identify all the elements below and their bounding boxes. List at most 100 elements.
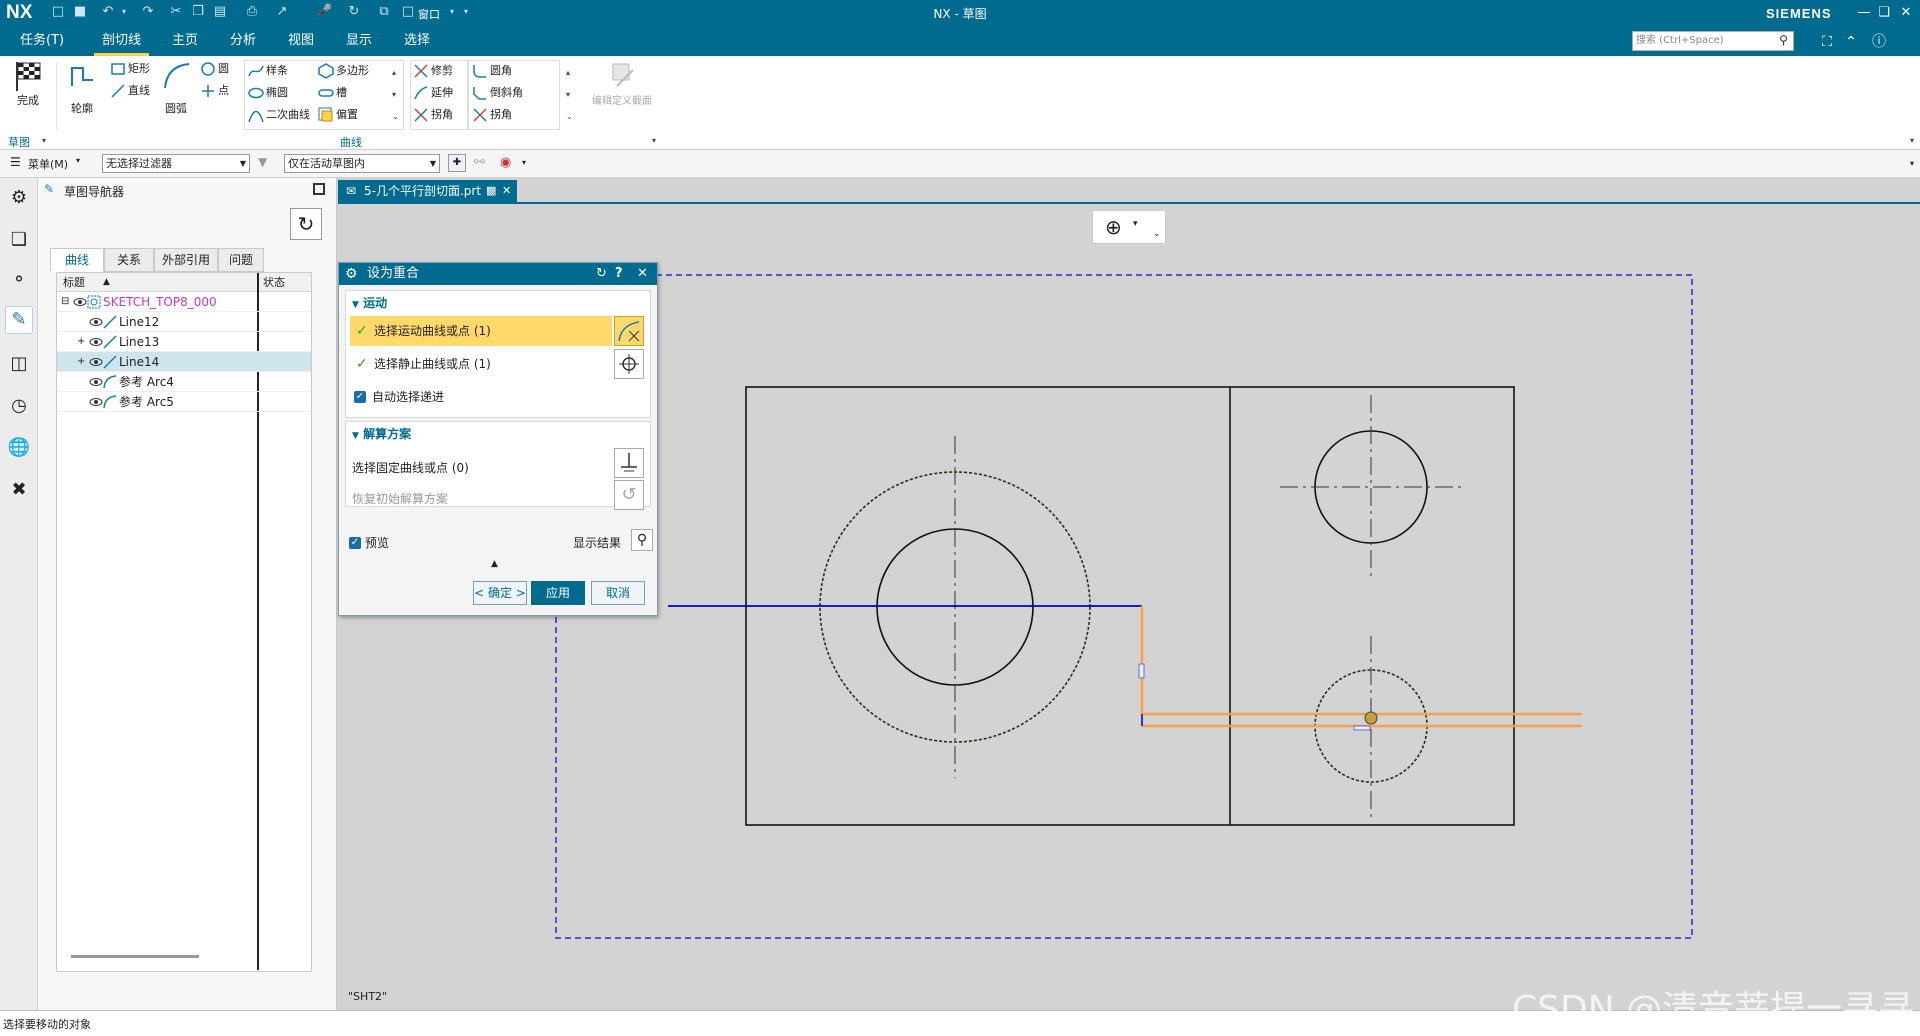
sort-ascending-icon[interactable]: ▲ [103,273,110,292]
section-line-preview[interactable] [1140,606,1582,716]
cancel-button[interactable]: 取消 [591,581,645,605]
menu-icon[interactable]: ☰ [10,155,21,169]
solution-section-header[interactable]: ▼ 解算方案 [352,425,411,442]
window-menu[interactable]: 窗口 [418,6,440,22]
snap-point-icon[interactable]: ◉ [500,155,511,170]
microphone-icon[interactable]: 🎤 [316,4,332,20]
redo-icon[interactable]: ↷ [140,4,156,20]
make-corner-button[interactable]: 拐角 [413,106,453,124]
save-all-icon[interactable]: ■ [72,4,88,20]
tree-item-arc4[interactable]: 参考 Arc4 [57,372,311,392]
close-icon[interactable]: ✕ [1896,3,1916,23]
settings-gear-icon[interactable]: ⚙ [5,184,33,212]
fullscreen-icon[interactable]: ⛶ [1818,33,1836,51]
preview-checkbox[interactable]: ✓ [349,537,361,549]
reset-icon[interactable]: ↻ [596,263,607,285]
extend-button[interactable]: 延伸 [413,84,453,102]
dialog-title-bar[interactable]: ⚙ 设为重合 ↻ ? ✕ [339,263,657,285]
edit-gallery-expand-icon[interactable]: ⌄ [566,112,573,121]
visibility-eye-icon[interactable] [89,375,103,389]
arc-button[interactable]: 圆弧 [158,60,194,116]
tree-item-arc5[interactable]: 参考 Arc5 [57,392,311,412]
tab-section-line[interactable]: 剖切线 [94,31,150,56]
fillet-button[interactable]: 圆角 [472,62,512,80]
chamfer-button[interactable]: 倒斜角 [472,84,523,102]
gallery-down-icon[interactable]: ▾ [392,90,396,99]
snap-dropdown-icon[interactable]: ▾ [522,158,526,167]
tab-display[interactable]: 显示 [338,31,380,56]
part-navigator-icon[interactable]: ❏ [5,226,33,254]
offset-button[interactable]: 偏置 [318,106,358,124]
menu-dropdown-icon[interactable]: ▾ [76,156,80,165]
help-icon[interactable]: ? [615,263,623,285]
refresh-button[interactable]: ↻ [290,208,322,240]
show-result-button[interactable]: ⚲ [631,529,653,551]
visibility-eye-icon[interactable] [89,335,103,349]
undo-icon[interactable]: ↶ [100,4,116,20]
paste-icon[interactable]: ▤ [212,4,228,20]
visibility-eye-icon[interactable] [89,355,103,369]
roles-icon[interactable]: ✖ [5,476,33,504]
tab-curves[interactable]: 曲线 [50,248,104,272]
restore-icon[interactable]: ❏ [1874,3,1894,23]
undo-dropdown-icon[interactable]: ▾ [116,4,132,20]
visibility-eye-icon[interactable] [73,295,87,309]
gallery-up-icon[interactable]: ▴ [392,68,396,77]
spline-button[interactable]: 样条 [248,62,288,80]
select-fixed-button[interactable] [614,448,644,478]
select-motion-button[interactable] [614,316,644,346]
corner-button[interactable]: 拐角 [472,106,512,124]
close-dialog-icon[interactable]: ✕ [637,263,648,285]
tree-item-line13[interactable]: + Line13 [57,332,311,352]
polygon-button[interactable]: 多边形 [318,62,369,80]
assembly-navigator-icon[interactable]: ⚬ [5,266,33,294]
point-button[interactable]: 点 [200,82,229,100]
visibility-eye-icon[interactable] [89,315,103,329]
history-icon[interactable]: ◷ [5,392,33,420]
edit-gallery-down-icon[interactable]: ▾ [566,90,570,99]
select-fixed-label[interactable]: 选择固定曲线或点 (0) [352,459,469,476]
ok-button[interactable]: < 确定 > [473,581,527,605]
tab-external-references[interactable]: 外部引用 [154,248,218,272]
arc-center-point[interactable] [1364,711,1378,725]
sketch-navigator-icon[interactable]: ✎ [5,306,33,334]
switch-window-icon[interactable]: ⧉ [376,4,392,20]
conic-button[interactable]: 二次曲线 [248,106,310,124]
tab-issues[interactable]: 问题 [218,248,264,272]
tree-root-sketch[interactable]: ⊟ SKETCH_TOP8_000 [57,292,311,312]
gallery-expand-icon[interactable]: ⌄ [392,112,399,121]
touch-mode-icon[interactable]: ↗ [274,4,290,20]
type-filter-select[interactable]: 无选择过滤器 ▼ [102,154,250,173]
select-motion-curve-row[interactable]: ✓ 选择运动曲线或点 (1) [350,316,612,346]
print-icon[interactable]: ⎙ [244,4,260,20]
edit-defining-section-button[interactable]: 编辑定义截面 [584,60,660,107]
collapse-dialog-icon[interactable]: ▲ [491,559,498,569]
copy-icon[interactable]: ❐ [190,4,206,20]
expand-icon[interactable]: + [77,352,85,372]
maximize-panel-icon[interactable] [313,183,325,195]
window-icon[interactable]: □ [400,4,416,20]
select-stationary-curve-row[interactable]: ✓ 选择静止曲线或点 (1) [350,349,612,379]
tree-item-line12[interactable]: Line12 [57,312,311,332]
ellipse-button[interactable]: 椭圆 [248,84,288,102]
auto-advance-checkbox[interactable]: ✓ [354,391,366,403]
command-search-input[interactable]: 搜索 (Ctrl+Space) ⚲ [1632,31,1794,51]
select-all-icon[interactable]: ✚ [448,154,466,172]
finish-sketch-button[interactable]: 完成 [8,60,48,108]
slot-button[interactable]: 槽 [318,84,347,102]
minimize-icon[interactable]: — [1854,3,1874,23]
tab-select[interactable]: 选择 [396,31,438,56]
motion-section-header[interactable]: ▼ 运动 [352,294,387,311]
deselect-icon[interactable]: ⚯ [474,155,485,170]
visibility-eye-icon[interactable] [89,395,103,409]
repeat-command-icon[interactable]: ↻ [346,4,362,20]
tab-view[interactable]: 视图 [280,31,322,56]
sketch-group-dropdown-icon[interactable]: ▾ [42,136,46,145]
horizontal-scrollbar[interactable] [71,955,199,958]
save-icon[interactable]: □ [50,4,66,20]
profile-button[interactable]: 轮廓 [62,60,102,116]
reuse-library-icon[interactable]: ◫ [5,350,33,378]
column-state[interactable]: 状态 [263,273,285,292]
column-title[interactable]: 标题 [63,273,85,292]
tab-relations[interactable]: 关系 [104,248,154,272]
